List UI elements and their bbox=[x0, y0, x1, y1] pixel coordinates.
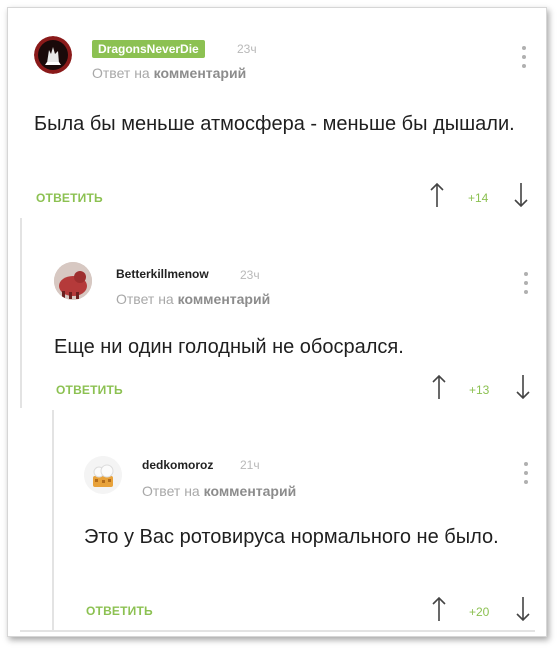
reply-to-line: Ответ на комментарий bbox=[116, 291, 270, 307]
reply-to-prefix: Ответ на bbox=[116, 291, 174, 307]
food-avatar-icon bbox=[84, 456, 122, 494]
reply-to-link[interactable]: комментарий bbox=[154, 65, 247, 81]
reply-to-link[interactable]: комментарий bbox=[204, 483, 297, 499]
downvote-arrow-icon[interactable] bbox=[516, 596, 530, 622]
username[interactable]: DragonsNeverDie bbox=[92, 40, 205, 58]
downvote-arrow-icon[interactable] bbox=[514, 182, 528, 208]
reply-to-line: Ответ на комментарий bbox=[92, 65, 246, 81]
more-menu-icon[interactable] bbox=[523, 272, 529, 294]
comment-time: 23ч bbox=[237, 42, 257, 56]
rating-value: +20 bbox=[469, 605, 490, 619]
upvote-arrow-icon[interactable] bbox=[432, 374, 446, 400]
rating-value: +13 bbox=[469, 383, 490, 397]
creature-avatar-icon bbox=[54, 262, 92, 300]
comment-2: Betterkillmenow 23ч Ответ на комментарий… bbox=[20, 218, 535, 408]
comment-text: Была бы меньше атмосфера - меньше бы дыш… bbox=[34, 113, 515, 135]
comment-time: 21ч bbox=[240, 458, 260, 472]
username[interactable]: dedkomoroz bbox=[142, 458, 213, 472]
thread-divider bbox=[20, 630, 535, 632]
upvote-arrow-icon[interactable] bbox=[432, 596, 446, 622]
comment-3: dedkomoroz 21ч Ответ на комментарий Это … bbox=[52, 410, 535, 630]
comment-time: 23ч bbox=[240, 268, 260, 282]
avatar[interactable] bbox=[84, 456, 122, 494]
comment-thread: DragonsNeverDie 23ч Ответ на комментарий… bbox=[7, 7, 547, 637]
username[interactable]: Betterkillmenow bbox=[116, 267, 209, 281]
reply-button[interactable]: ОТВЕТИТЬ bbox=[36, 191, 103, 205]
more-menu-icon[interactable] bbox=[521, 46, 527, 68]
reply-to-link[interactable]: комментарий bbox=[178, 291, 271, 307]
avatar[interactable] bbox=[34, 36, 72, 74]
downvote-arrow-icon[interactable] bbox=[516, 374, 530, 400]
reply-to-prefix: Ответ на bbox=[142, 483, 200, 499]
upvote-arrow-icon[interactable] bbox=[430, 182, 444, 208]
avatar[interactable] bbox=[54, 262, 92, 300]
reply-button[interactable]: ОТВЕТИТЬ bbox=[56, 383, 123, 397]
more-menu-icon[interactable] bbox=[523, 462, 529, 484]
wolf-avatar-icon bbox=[34, 36, 72, 74]
reply-to-prefix: Ответ на bbox=[92, 65, 150, 81]
rating-value: +14 bbox=[468, 191, 489, 205]
comment-text: Еще ни один голодный не обосрался. bbox=[54, 336, 404, 358]
reply-button[interactable]: ОТВЕТИТЬ bbox=[86, 604, 153, 618]
comment-text: Это у Вас ротовируса нормального не было… bbox=[84, 526, 499, 548]
comment-1: DragonsNeverDie 23ч Ответ на комментарий… bbox=[20, 18, 535, 208]
reply-to-line: Ответ на комментарий bbox=[142, 483, 296, 499]
